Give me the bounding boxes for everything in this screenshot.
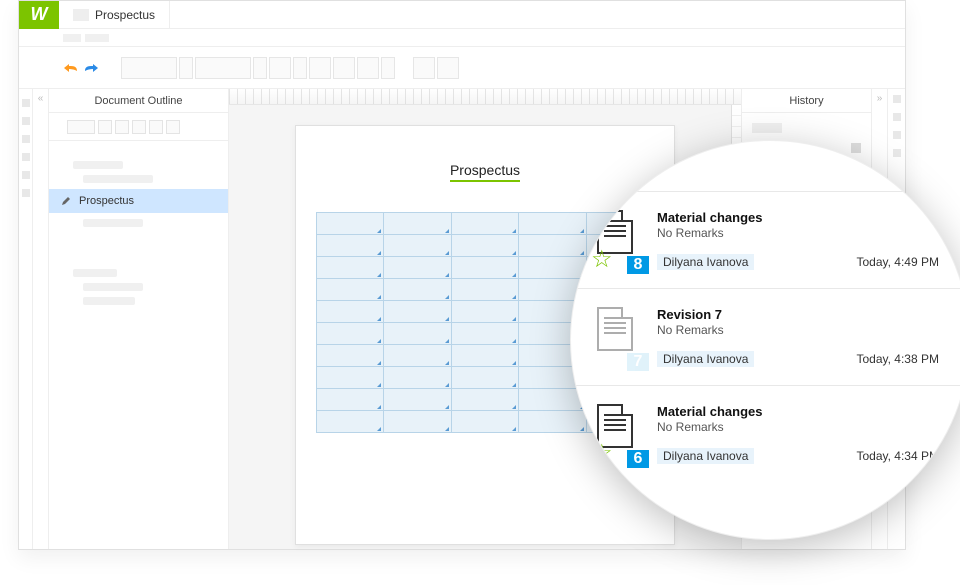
gutter-icon[interactable] — [893, 95, 901, 103]
history-item-title: Material changes — [657, 404, 939, 419]
history-magnifier: ☆8Material changesNo RemarksDilyana Ivan… — [570, 140, 960, 540]
outline-item-prospectus[interactable]: Prospectus — [49, 189, 228, 213]
history-item-author: Dilyana Ivanova — [657, 448, 754, 464]
history-item-time: Today, 4:34 PM — [857, 449, 940, 463]
menu-placeholder[interactable] — [63, 34, 81, 42]
outline-placeholder[interactable] — [83, 219, 143, 227]
gutter-icon[interactable] — [22, 153, 30, 161]
history-item-icon: ☆8 — [597, 210, 641, 270]
toolbar-button[interactable] — [253, 57, 267, 79]
gutter-icon[interactable] — [22, 117, 30, 125]
toolbar-button[interactable] — [309, 57, 331, 79]
toolbar-button[interactable] — [293, 57, 307, 79]
outline-placeholder[interactable] — [83, 297, 135, 305]
toolbar-button[interactable] — [333, 57, 355, 79]
history-item-subtitle: No Remarks — [657, 323, 939, 337]
outline-placeholder[interactable] — [73, 269, 117, 277]
tab-close-icon[interactable] — [73, 9, 89, 21]
toolbar-button[interactable] — [413, 57, 435, 79]
star-icon: ☆ — [591, 248, 613, 272]
history-item-author: Dilyana Ivanova — [657, 254, 754, 270]
history-item-title: Material changes — [657, 210, 939, 225]
history-item-time: Today, 4:49 PM — [857, 255, 940, 269]
toolbar — [19, 47, 905, 89]
history-item-icon: 7 — [597, 307, 641, 367]
gutter-icon[interactable] — [22, 99, 30, 107]
outline-placeholder[interactable] — [73, 161, 123, 169]
toolbar-group — [413, 57, 459, 79]
gutter-icon[interactable] — [893, 113, 901, 121]
outline-tool-button[interactable] — [67, 120, 95, 134]
version-badge: 7 — [627, 353, 649, 371]
outline-tree: Prospectus — [49, 141, 228, 549]
left-gutter — [19, 89, 33, 549]
app-logo[interactable]: W — [19, 1, 59, 29]
toolbar-button[interactable] — [381, 57, 395, 79]
outline-tool-button[interactable] — [149, 120, 163, 134]
document-tab[interactable]: Prospectus — [59, 1, 170, 28]
history-item-title: Revision 7 — [657, 307, 939, 322]
history-item-time: Today, 4:38 PM — [857, 352, 940, 366]
undo-icon[interactable] — [63, 61, 79, 75]
outline-header: Document Outline — [49, 89, 228, 113]
gutter-icon[interactable] — [893, 131, 901, 139]
gutter-icon[interactable] — [22, 171, 30, 179]
outline-placeholder[interactable] — [83, 283, 143, 291]
history-item-author: Dilyana Ivanova — [657, 351, 754, 367]
tab-label: Prospectus — [95, 8, 155, 22]
history-item[interactable]: ☆6Material changesNo RemarksDilyana Ivan… — [571, 385, 960, 482]
toolbar-button[interactable] — [121, 57, 177, 79]
menu-placeholder[interactable] — [85, 34, 109, 42]
gutter-icon[interactable] — [22, 189, 30, 197]
history-header: History — [742, 89, 871, 113]
redo-icon[interactable] — [83, 61, 99, 75]
version-badge: 6 — [627, 450, 649, 468]
menubar — [19, 29, 905, 47]
outline-tool-button[interactable] — [132, 120, 146, 134]
history-item-subtitle: No Remarks — [657, 420, 939, 434]
history-item-subtitle: No Remarks — [657, 226, 939, 240]
collapse-left-button[interactable]: « — [33, 89, 49, 549]
history-item[interactable]: ☆8Material changesNo RemarksDilyana Ivan… — [571, 191, 960, 288]
toolbar-button[interactable] — [195, 57, 251, 79]
toolbar-button[interactable] — [269, 57, 291, 79]
outline-placeholder[interactable] — [83, 175, 153, 183]
outline-toolbar — [49, 113, 228, 141]
pencil-icon — [61, 196, 71, 206]
toolbar-group — [121, 57, 395, 79]
outline-tool-button[interactable] — [98, 120, 112, 134]
horizontal-ruler — [229, 89, 741, 105]
history-item-icon: ☆6 — [597, 404, 641, 464]
outline-tool-button[interactable] — [115, 120, 129, 134]
history-placeholder — [752, 123, 782, 133]
document-title[interactable]: Prospectus — [450, 162, 520, 182]
toolbar-button[interactable] — [179, 57, 193, 79]
version-badge: 8 — [627, 256, 649, 274]
outline-tool-button[interactable] — [166, 120, 180, 134]
history-item[interactable]: 7 Revision 7No Remarks Dilyana Ivanova Toda… — [571, 288, 960, 385]
outline-item-label: Prospectus — [79, 195, 134, 207]
toolbar-button[interactable] — [437, 57, 459, 79]
gutter-icon[interactable] — [22, 135, 30, 143]
star-icon: ☆ — [591, 442, 613, 466]
outline-panel: Document Outline Prospectus — [49, 89, 229, 549]
toolbar-button[interactable] — [357, 57, 379, 79]
titlebar: W Prospectus — [19, 1, 905, 29]
